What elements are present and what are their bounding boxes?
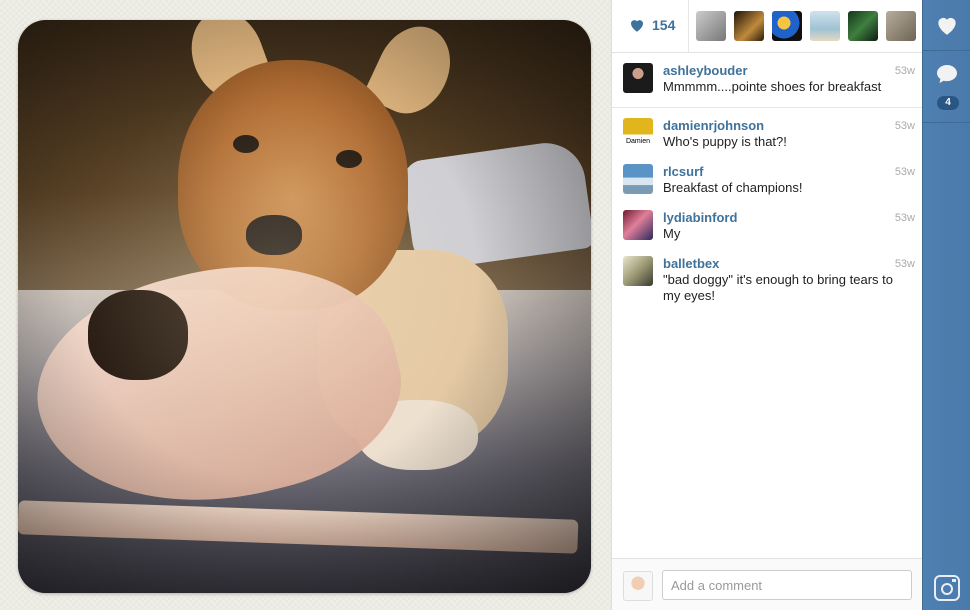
post-photo[interactable] — [18, 20, 591, 593]
comment-username[interactable]: balletbex — [663, 256, 913, 272]
comment-username[interactable]: damienrjohnson — [663, 118, 913, 134]
comment-count-badge: 4 — [937, 96, 959, 110]
liker-avatar[interactable] — [848, 11, 878, 41]
liker-avatar[interactable] — [696, 11, 726, 41]
comment-item: Damien damienrjohnson Who's puppy is tha… — [612, 118, 923, 150]
comments-panel: 154 ashleybouder Mmmmm....pointe shoes f… — [611, 0, 923, 610]
comment-text: Who's puppy is that?! — [663, 134, 787, 149]
comment-timestamp: 53w — [894, 166, 915, 178]
heart-icon — [631, 20, 643, 32]
caption-timestamp: 53w — [894, 65, 915, 77]
caption-username[interactable]: ashleybouder — [663, 63, 913, 79]
comment-timestamp: 53w — [894, 258, 915, 270]
comment-username[interactable]: rlcsurf — [663, 164, 913, 180]
like-count-number: 154 — [652, 17, 676, 33]
comment-username[interactable]: lydiabinford — [663, 210, 913, 226]
liker-avatar[interactable] — [810, 11, 840, 41]
likers-list — [696, 11, 916, 41]
comment-item: rlcsurf Breakfast of champions! 53w — [612, 164, 923, 196]
avatar[interactable] — [623, 256, 653, 286]
comment-timestamp: 53w — [894, 120, 915, 132]
caption-divider — [612, 107, 923, 108]
instagram-logo-icon[interactable] — [933, 574, 961, 602]
photo-vignette — [18, 20, 591, 593]
avatar[interactable] — [623, 63, 653, 93]
like-button[interactable] — [923, 0, 970, 51]
speech-bubble-icon — [937, 65, 957, 83]
comment-input[interactable] — [662, 570, 912, 600]
comment-text: Breakfast of champions! — [663, 180, 803, 195]
likes-bar: 154 — [612, 0, 923, 53]
liker-avatar[interactable] — [886, 11, 916, 41]
caption: ashleybouder Mmmmm....pointe shoes for b… — [612, 63, 923, 95]
avatar[interactable] — [623, 164, 653, 194]
action-rail: 4 — [922, 0, 970, 610]
avatar[interactable] — [623, 210, 653, 240]
comment-text: My — [663, 226, 681, 241]
comment-item: balletbex "bad doggy" it's enough to bri… — [612, 256, 923, 304]
comment-timestamp: 53w — [894, 212, 915, 224]
comment-button[interactable]: 4 — [923, 50, 970, 123]
comment-item: lydiabinford My 53w — [612, 210, 923, 242]
liker-avatar[interactable] — [772, 11, 802, 41]
avatar-label: Damien — [625, 138, 651, 145]
avatar[interactable]: Damien — [623, 118, 653, 148]
comment-text: "bad doggy" it's enough to bring tears t… — [663, 272, 893, 303]
liker-avatar[interactable] — [734, 11, 764, 41]
likes-divider — [688, 0, 689, 52]
current-user-avatar — [623, 571, 653, 601]
heart-icon — [938, 17, 956, 35]
comment-composer — [612, 558, 923, 610]
caption-text: Mmmmm....pointe shoes for breakfast — [663, 79, 882, 94]
like-count[interactable]: 154 — [628, 16, 675, 34]
